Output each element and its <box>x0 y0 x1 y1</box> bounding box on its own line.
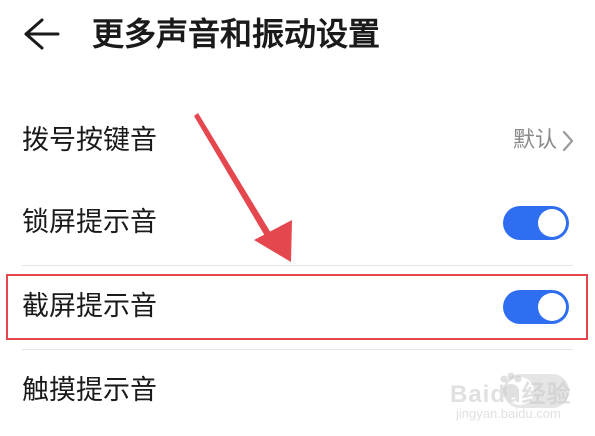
page-title: 更多声音和振动设置 <box>92 15 381 53</box>
setting-value: 默认 <box>512 128 557 153</box>
setting-row-dial-tone[interactable]: 拨号按键音 默认 <box>0 100 595 182</box>
lock-screen-sound-toggle[interactable] <box>503 206 569 240</box>
setting-label: 锁屏提示音 <box>22 207 157 238</box>
chevron-right-icon <box>562 130 574 152</box>
setting-label: 截屏提示音 <box>22 291 157 322</box>
setting-row-touch-sound: 触摸提示音 <box>0 350 595 432</box>
screenshot-sound-toggle[interactable] <box>503 290 569 324</box>
touch-sound-toggle[interactable] <box>503 374 569 408</box>
setting-row-screenshot-sound: 截屏提示音 <box>0 266 595 348</box>
setting-label: 触摸提示音 <box>22 375 157 406</box>
arrow-left-icon[interactable] <box>18 14 62 54</box>
setting-label: 拨号按键音 <box>22 125 157 156</box>
toggle-knob <box>506 377 534 405</box>
setting-row-lock-screen-sound: 锁屏提示音 <box>0 182 595 264</box>
app-header: 更多声音和振动设置 <box>0 0 595 72</box>
toggle-knob <box>538 209 566 237</box>
toggle-knob <box>538 293 566 321</box>
